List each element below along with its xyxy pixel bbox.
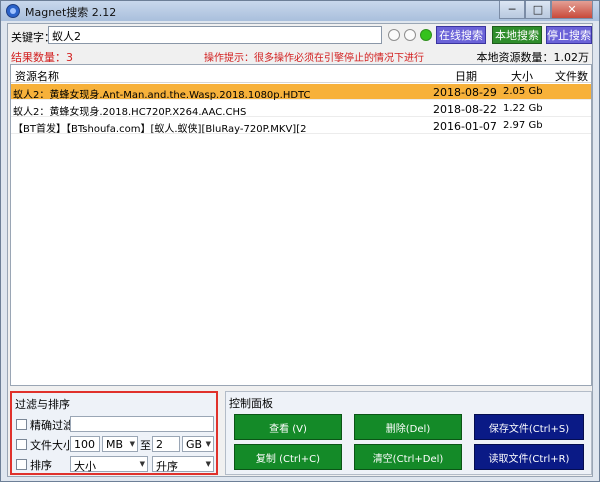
table-row[interactable]: 蚁人2：黄蜂女现身.Ant-Man.and.the.Wasp.2018.1080… xyxy=(11,84,591,101)
min-size-unit-select[interactable]: MB xyxy=(102,436,138,452)
clear-button[interactable]: 清空(Ctrl+Del) xyxy=(354,444,462,470)
max-size-unit-value: GB xyxy=(186,438,203,451)
row-name: 蚁人2：黄蜂女现身.2018.HC720P.X264.AAC.CHS xyxy=(13,107,247,118)
row-date: 2016-01-07 xyxy=(433,120,497,133)
max-size-input[interactable]: 2 xyxy=(152,436,180,452)
sort-order-value: 升序 xyxy=(156,460,178,473)
local-search-button[interactable]: 本地搜索 xyxy=(492,26,542,44)
row-size: 2.97 Gb xyxy=(503,120,543,131)
sort-checkbox[interactable] xyxy=(16,459,27,470)
row-date: 2018-08-22 xyxy=(433,103,497,116)
column-header-name[interactable]: 资源名称 xyxy=(15,68,59,84)
max-size-unit-select[interactable]: GB xyxy=(182,436,214,452)
row-name: 蚁人2：黄蜂女现身.Ant-Man.and.the.Wasp.2018.1080… xyxy=(13,90,311,101)
row-size: 1.22 Gb xyxy=(503,103,543,114)
control-panel: 控制面板 查看 (V) 删除(Del) 保存文件(Ctrl+S) 复制 (Ctr… xyxy=(225,391,592,475)
minimize-button[interactable]: ─ xyxy=(499,1,525,19)
search-mode-radio-1[interactable] xyxy=(388,29,400,41)
row-size: 2.05 Gb xyxy=(503,86,543,97)
list-header: 资源名称 日期 大小 文件数 xyxy=(11,65,591,83)
filter-panel-title: 过滤与排序 xyxy=(15,398,70,411)
column-header-size[interactable]: 大小 xyxy=(511,68,533,84)
column-header-date[interactable]: 日期 xyxy=(455,68,477,84)
sort-by-select[interactable]: 大小 xyxy=(70,456,148,473)
search-mode-radio-3[interactable] xyxy=(420,29,432,41)
magnet-app-icon xyxy=(6,4,20,18)
close-button[interactable]: ✕ xyxy=(551,1,593,19)
online-search-button[interactable]: 在线搜索 xyxy=(436,26,486,44)
view-button[interactable]: 查看 (V) xyxy=(234,414,342,440)
min-size-unit-value: MB xyxy=(106,438,124,451)
save-file-button[interactable]: 保存文件(Ctrl+S) xyxy=(474,414,584,440)
size-range-separator: 至 xyxy=(140,439,151,452)
resource-list[interactable]: 资源名称 日期 大小 文件数 蚁人2：黄蜂女现身.Ant-Man.and.the… xyxy=(10,64,592,386)
operation-hint: 操作提示：很多操作必须在引擎停止的情况下进行 xyxy=(204,53,424,64)
sort-order-select[interactable]: 升序 xyxy=(152,456,214,473)
delete-button[interactable]: 删除(Del) xyxy=(354,414,462,440)
min-size-input[interactable]: 100 xyxy=(70,436,100,452)
row-date: 2018-08-29 xyxy=(433,86,497,99)
window-controls: ─ □ ✕ xyxy=(499,1,593,19)
read-file-button[interactable]: 读取文件(Ctrl+R) xyxy=(474,444,584,470)
table-row[interactable]: 蚁人2：黄蜂女现身.2018.HC720P.X264.AAC.CHS 2018-… xyxy=(11,101,591,118)
exact-filter-checkbox[interactable] xyxy=(16,419,27,430)
sort-by-value: 大小 xyxy=(74,460,96,473)
result-count: 结果数量：3 xyxy=(11,51,73,64)
exact-filter-label: 精确过滤 xyxy=(30,419,74,432)
local-resource-count: 本地资源数量：1.02万 xyxy=(476,51,590,64)
title-bar[interactable]: Magnet搜索 2.12 ─ □ ✕ xyxy=(1,1,599,21)
file-size-checkbox[interactable] xyxy=(16,439,27,450)
app-window: Magnet搜索 2.12 ─ □ ✕ 关键字： 蚁人2 在线搜索 本地搜索 停… xyxy=(0,0,600,482)
window-title: Magnet搜索 2.12 xyxy=(25,6,117,19)
stop-search-button[interactable]: 停止搜索 xyxy=(546,26,592,44)
maximize-button[interactable]: □ xyxy=(525,1,551,19)
column-header-files[interactable]: 文件数 xyxy=(555,68,588,84)
table-row[interactable]: 【BT首发】【BTshoufa.com】[蚁人.蚁侠][BluRay-720P.… xyxy=(11,118,591,135)
control-panel-title: 控制面板 xyxy=(229,397,273,410)
copy-button[interactable]: 复制 (Ctrl+C) xyxy=(234,444,342,470)
search-mode-radio-2[interactable] xyxy=(404,29,416,41)
main-client-area: 关键字： 蚁人2 在线搜索 本地搜索 停止搜索 结果数量：3 操作提示：很多操作… xyxy=(7,23,593,477)
file-size-label: 文件大小 xyxy=(30,439,74,452)
keyword-input[interactable]: 蚁人2 xyxy=(48,26,382,44)
exact-filter-input[interactable] xyxy=(70,416,214,432)
filter-sort-panel: 过滤与排序 精确过滤 文件大小 100 MB 至 2 GB 排序 大小 升序 xyxy=(10,391,218,475)
row-name: 【BT首发】【BTshoufa.com】[蚁人.蚁侠][BluRay-720P.… xyxy=(13,124,307,135)
sort-label: 排序 xyxy=(30,459,52,472)
